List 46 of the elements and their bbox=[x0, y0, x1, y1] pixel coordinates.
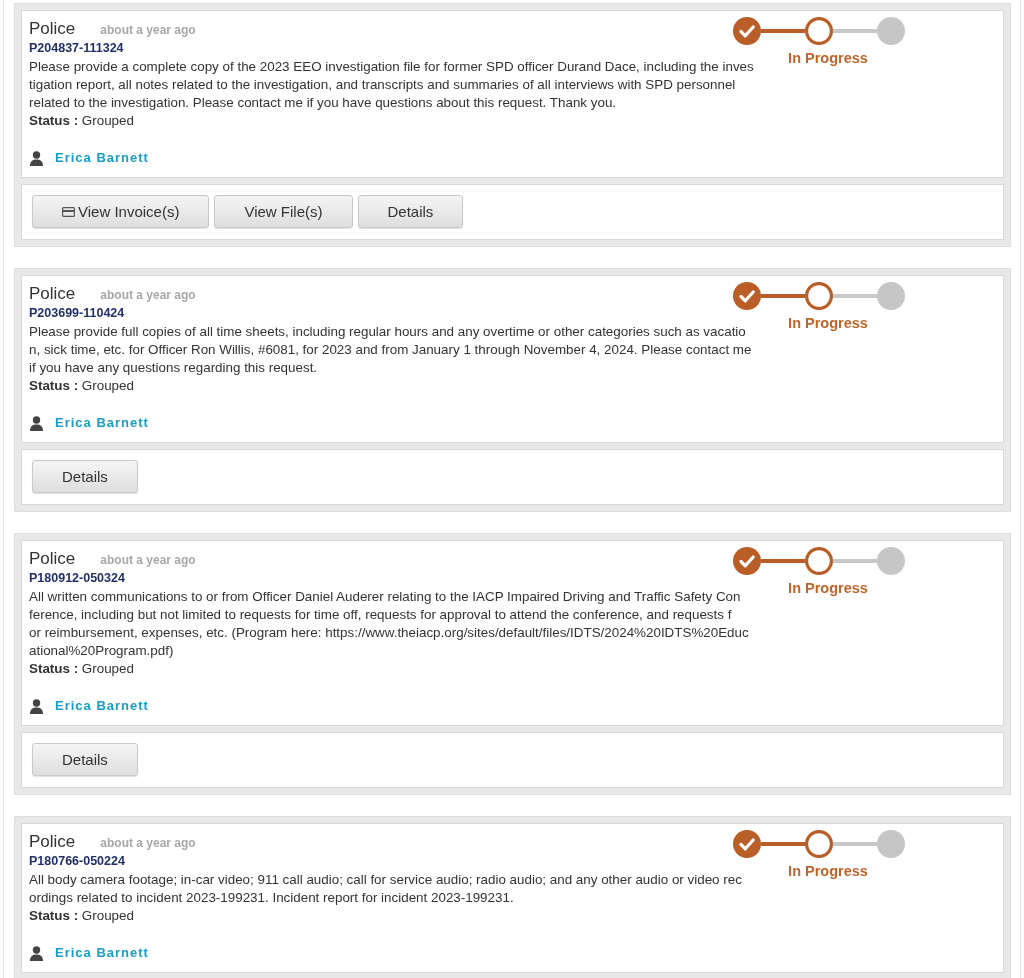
step-connector bbox=[761, 559, 805, 563]
request-number-link[interactable]: P203699-110424 bbox=[29, 305, 125, 321]
action-button[interactable]: Details bbox=[32, 460, 138, 493]
requester-name: Erica Barnett bbox=[55, 414, 149, 432]
action-button[interactable]: Details bbox=[32, 743, 138, 776]
action-button[interactable]: Details bbox=[357, 195, 464, 228]
request-status: Status : Grouped bbox=[29, 112, 134, 130]
department-name: Police bbox=[29, 18, 76, 40]
progress-label: In Progress bbox=[788, 862, 868, 880]
request-description: Please provide a complete copy of the 2023 EEO investigation file for former SPD officer Durand Dace, including the inves tigation report, all notes related to the investigation, and transcripts and summaries of all interviews with SPD personnel related to the investigation. Please contact me if you have questions about this request. Thank you. bbox=[29, 58, 754, 112]
step-connector bbox=[833, 559, 877, 563]
step-connector bbox=[761, 842, 805, 846]
request-status: Status : Grouped bbox=[29, 377, 134, 395]
progress-label: In Progress bbox=[788, 314, 868, 332]
request-description: Please provide full copies of all time sheets, including regular hours and any overtime or other categories such as vacatio n, sick time, etc. for Officer Ron Willis, #6081, for 2023 and from January 1 through November 4, 2024. Please contact me if you have any questions regarding this request. bbox=[29, 323, 752, 377]
time-ago: about a year ago bbox=[100, 835, 196, 851]
step-connector bbox=[761, 294, 805, 298]
time-ago: about a year ago bbox=[100, 552, 196, 568]
action-button[interactable]: View Invoice(s) bbox=[32, 195, 210, 228]
step-connector bbox=[833, 29, 877, 33]
request-number-link[interactable]: P180766-050224 bbox=[29, 853, 125, 869]
progress-label: In Progress bbox=[788, 49, 868, 67]
step-connector bbox=[833, 842, 877, 846]
credit-card-icon bbox=[62, 206, 75, 217]
request-number-link[interactable]: P180912-050324 bbox=[29, 570, 125, 586]
requester-name: Erica Barnett bbox=[55, 944, 149, 962]
person-icon bbox=[30, 415, 43, 431]
person-icon bbox=[30, 698, 43, 714]
person-icon bbox=[30, 945, 43, 961]
action-button[interactable]: View File(s) bbox=[214, 195, 353, 228]
request-description: All body camera footage; in-car video; 911 call audio; call for service audio; radio audio; and any other audio or video rec ordings related to incident 2023-199231. Incident report for incident 2023-199231. bbox=[29, 871, 742, 907]
request-number-link[interactable]: P204837-111324 bbox=[29, 40, 124, 56]
time-ago: about a year ago bbox=[100, 287, 196, 303]
department-name: Police bbox=[29, 548, 76, 570]
department-name: Police bbox=[29, 831, 76, 853]
progress-label: In Progress bbox=[788, 579, 868, 597]
time-ago: about a year ago bbox=[100, 22, 196, 38]
requester-name: Erica Barnett bbox=[55, 697, 149, 715]
department-name: Police bbox=[29, 283, 76, 305]
step-connector bbox=[833, 294, 877, 298]
person-icon bbox=[30, 150, 43, 166]
request-description: All written communications to or from Officer Daniel Auderer relating to the IACP Impaired Driving and Traffic Safety Con ference, including but not limited to requests for time off, requests for approval to attend the conference, and requests f or reimbursement, expenses, etc. (Program here: https://www.theiacp.org/sites/default/files/IDTS/2024%20IDTS%20Educ ational%20Program.pdf) bbox=[29, 588, 749, 660]
requester-name: Erica Barnett bbox=[55, 149, 149, 167]
step-connector bbox=[761, 29, 805, 33]
request-status: Status : Grouped bbox=[29, 660, 134, 678]
request-status: Status : Grouped bbox=[29, 907, 134, 925]
